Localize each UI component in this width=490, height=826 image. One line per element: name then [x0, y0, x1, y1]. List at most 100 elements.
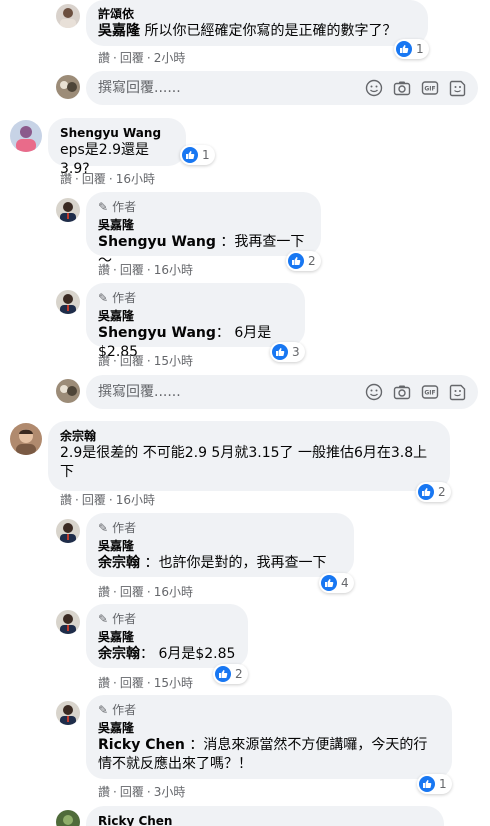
comment-author[interactable]: 吳嘉隆 — [98, 629, 236, 645]
timestamp[interactable]: 16小時 — [154, 585, 193, 599]
timestamp[interactable]: 16小時 — [116, 493, 155, 507]
author-avatar[interactable] — [56, 290, 80, 314]
reply-input[interactable] — [98, 384, 364, 400]
avatar[interactable] — [10, 120, 42, 152]
comment-actions: 讚 · 回覆 · 15小時 — [98, 354, 193, 368]
comment-author[interactable]: 許頌依 — [98, 6, 416, 22]
comment-author[interactable]: 吳嘉隆 — [98, 217, 309, 233]
author-badge-label: 作者 — [112, 612, 137, 626]
reaction-count[interactable]: 3 — [270, 342, 305, 362]
mention-link[interactable]: 吳嘉隆 — [98, 23, 140, 39]
mention-link[interactable]: Shengyu Wang — [98, 325, 216, 341]
timestamp[interactable]: 15小時 — [154, 676, 193, 690]
mention-link[interactable]: Ricky Chen — [98, 737, 185, 753]
camera-icon[interactable] — [392, 382, 412, 402]
reply-button[interactable]: 回覆 — [120, 676, 144, 690]
author-avatar[interactable] — [56, 701, 80, 725]
author-badge-label: 作者 — [112, 200, 137, 214]
like-button[interactable]: 讚 — [98, 785, 110, 799]
comment-author[interactable]: 吳嘉隆 — [98, 538, 342, 554]
author-badge: ✎ 作者 — [98, 702, 440, 718]
reply-input[interactable] — [98, 80, 364, 96]
comment-bubble: ✎ 作者 吳嘉隆 余宗翰 ：也許你是對的，我再查一下 — [86, 513, 354, 577]
like-button[interactable]: 讚 — [98, 354, 110, 368]
pencil-icon: ✎ — [98, 703, 109, 717]
reply-button[interactable]: 回覆 — [82, 172, 106, 186]
reply-button[interactable]: 回覆 — [120, 354, 144, 368]
like-icon — [215, 666, 231, 682]
comment-bubble: Shengyu Wang eps是2.9還是3.9? — [48, 118, 186, 177]
avatar[interactable] — [10, 423, 42, 455]
pencil-icon: ✎ — [98, 612, 109, 626]
comment-author[interactable]: 吳嘉隆 — [98, 308, 293, 324]
timestamp[interactable]: 16小時 — [116, 172, 155, 186]
current-user-avatar — [56, 379, 80, 403]
reaction-count[interactable]: 1 — [417, 774, 452, 794]
timestamp[interactable]: 2小時 — [154, 51, 186, 65]
comment-author[interactable]: Shengyu Wang — [60, 125, 174, 141]
comment-bubble: 許頌依 吳嘉隆 所以你已經確定你寫的是正確的數字了？ — [86, 0, 428, 46]
comment-author[interactable]: 吳嘉隆 — [98, 720, 440, 736]
like-button[interactable]: 讚 — [98, 263, 110, 277]
author-badge: ✎ 作者 — [98, 520, 342, 536]
author-avatar[interactable] — [56, 198, 80, 222]
author-badge-label: 作者 — [112, 521, 137, 535]
reaction-count[interactable]: 2 — [213, 664, 248, 684]
like-icon — [418, 484, 434, 500]
reaction-number: 2 — [235, 667, 243, 681]
like-button[interactable]: 讚 — [60, 493, 72, 507]
comment-text: 2.9是很差的 不可能2.9 5月就3.15了 一般推估6月在3.8上下 — [60, 445, 428, 480]
reaction-count[interactable]: 2 — [286, 251, 321, 271]
like-icon — [182, 147, 198, 163]
reaction-count[interactable]: 1 — [394, 39, 429, 59]
reaction-number: 1 — [416, 42, 424, 56]
camera-icon[interactable] — [392, 78, 412, 98]
pencil-icon: ✎ — [98, 200, 109, 214]
gif-icon[interactable]: GIF — [420, 382, 440, 402]
sticker-icon[interactable] — [448, 382, 468, 402]
reaction-count[interactable]: 4 — [319, 573, 354, 593]
reply-button[interactable]: 回覆 — [120, 51, 144, 65]
comment-actions: 讚 · 回覆 · 2小時 — [98, 51, 186, 65]
timestamp[interactable]: 16小時 — [154, 263, 193, 277]
like-icon — [288, 253, 304, 269]
mention-link[interactable]: Shengyu Wang — [98, 234, 216, 250]
author-avatar[interactable] — [56, 519, 80, 543]
mention-link[interactable]: 余宗翰 — [98, 555, 140, 571]
like-button[interactable]: 讚 — [98, 51, 110, 65]
comment-body: 所以你已經確定你寫的是正確的數字了？ — [140, 23, 397, 39]
emoji-icon[interactable] — [364, 382, 384, 402]
emoji-icon[interactable] — [364, 78, 384, 98]
like-icon — [396, 41, 412, 57]
timestamp[interactable]: 3小時 — [154, 785, 186, 799]
like-button[interactable]: 讚 — [60, 172, 72, 186]
reply-button[interactable]: 回覆 — [120, 785, 144, 799]
avatar[interactable] — [56, 810, 80, 826]
avatar[interactable] — [56, 4, 80, 28]
comment-author[interactable]: Ricky Chen — [98, 813, 432, 826]
like-button[interactable]: 讚 — [98, 585, 110, 599]
like-icon — [419, 776, 435, 792]
comment-text: 吳嘉隆 所以你已經確定你寫的是正確的數字了？ — [98, 22, 416, 41]
comment-bubble: ✎ 作者 吳嘉隆 Ricky Chen ：消息來源當然不方便講囉，今天的行情不就反… — [86, 695, 452, 779]
mention-link[interactable]: 余宗翰 — [98, 646, 140, 662]
author-badge: ✎ 作者 — [98, 611, 236, 627]
gif-icon[interactable]: GIF — [420, 78, 440, 98]
reply-button[interactable]: 回覆 — [82, 493, 106, 507]
author-avatar[interactable] — [56, 610, 80, 634]
comment-body: ： 6月是$2.85 — [140, 646, 236, 662]
reply-button[interactable]: 回覆 — [120, 263, 144, 277]
reaction-count[interactable]: 2 — [416, 482, 451, 502]
comment-author[interactable]: 余宗翰 — [60, 428, 438, 444]
sticker-icon[interactable] — [448, 78, 468, 98]
reaction-number: 1 — [439, 777, 447, 791]
reaction-count[interactable]: 1 — [180, 145, 215, 165]
current-user-avatar — [56, 75, 80, 99]
like-button[interactable]: 讚 — [98, 676, 110, 690]
comment-text: 余宗翰： 6月是$2.85 — [98, 645, 236, 664]
comment-bubble: ✎ 作者 吳嘉隆 Shengyu Wang： 6月是$2.85 — [86, 283, 305, 360]
comment-actions: 讚 · 回覆 · 16小時 — [60, 172, 155, 186]
svg-text:GIF: GIF — [424, 390, 435, 397]
reply-button[interactable]: 回覆 — [120, 585, 144, 599]
timestamp[interactable]: 15小時 — [154, 354, 193, 368]
